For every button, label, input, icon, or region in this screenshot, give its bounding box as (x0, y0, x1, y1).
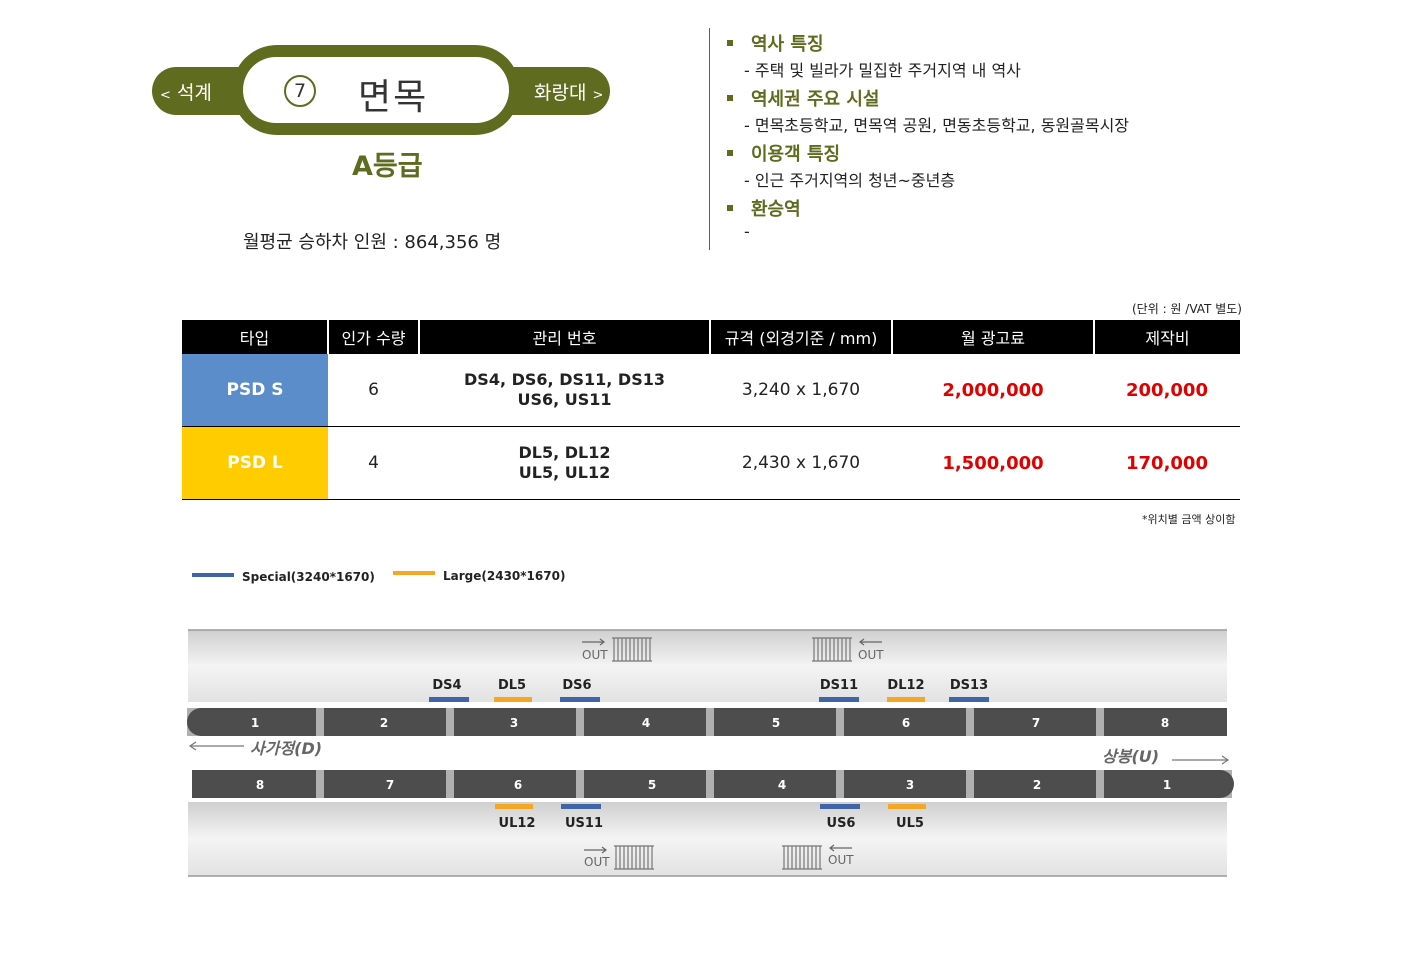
car-number: 5 (648, 778, 656, 792)
car-number: 7 (386, 778, 394, 792)
large-marker (494, 697, 532, 702)
exit-label: OUT (828, 853, 854, 867)
car-number: 6 (902, 716, 910, 730)
special-marker (820, 804, 860, 809)
car-number: 6 (514, 778, 522, 792)
special-marker (560, 697, 600, 702)
car-number: 1 (251, 716, 259, 730)
car-number: 3 (906, 778, 914, 792)
large-marker (495, 804, 533, 809)
door-label: UL5 (896, 816, 924, 831)
special-marker (949, 697, 989, 702)
special-marker (429, 697, 469, 702)
special-marker (819, 697, 859, 702)
car-number: 2 (1033, 778, 1041, 792)
large-marker (887, 697, 925, 702)
lower-wall (188, 802, 1227, 876)
train-car (192, 770, 316, 798)
direction-up: 상봉(U) (1102, 747, 1230, 766)
car-number: 2 (380, 716, 388, 730)
door-label: DS4 (432, 678, 461, 693)
platform-diagram: OUT OUT OUT OUT DS4 DL5 DS6 DS11 DL12 DS… (187, 629, 1234, 877)
exit-label: OUT (582, 648, 608, 662)
door-label: DS13 (950, 678, 988, 693)
door-label: UL12 (499, 816, 536, 831)
special-marker (561, 804, 601, 809)
large-marker (888, 804, 926, 809)
direction-down: 사가정(D) (188, 739, 322, 758)
car-number: 5 (772, 716, 780, 730)
door-label: DL12 (887, 678, 924, 693)
door-label: US11 (565, 816, 603, 831)
direction-down-label: 사가정(D) (250, 739, 322, 758)
door-label: DS6 (562, 678, 591, 693)
car-number: 3 (510, 716, 518, 730)
upper-wall (188, 630, 1227, 702)
door-label: DL5 (498, 678, 526, 693)
exit-label: OUT (858, 648, 884, 662)
direction-up-label: 상봉(U) (1102, 747, 1159, 766)
exit-label: OUT (584, 855, 610, 869)
door-label: US6 (827, 816, 856, 831)
train-car (584, 770, 706, 798)
car-number: 7 (1032, 716, 1040, 730)
train-car (714, 770, 836, 798)
car-number: 8 (1161, 716, 1169, 730)
car-number: 4 (778, 778, 786, 792)
car-number: 4 (642, 716, 650, 730)
car-number: 8 (256, 778, 264, 792)
car-number: 1 (1163, 778, 1171, 792)
door-label: DS11 (820, 678, 858, 693)
